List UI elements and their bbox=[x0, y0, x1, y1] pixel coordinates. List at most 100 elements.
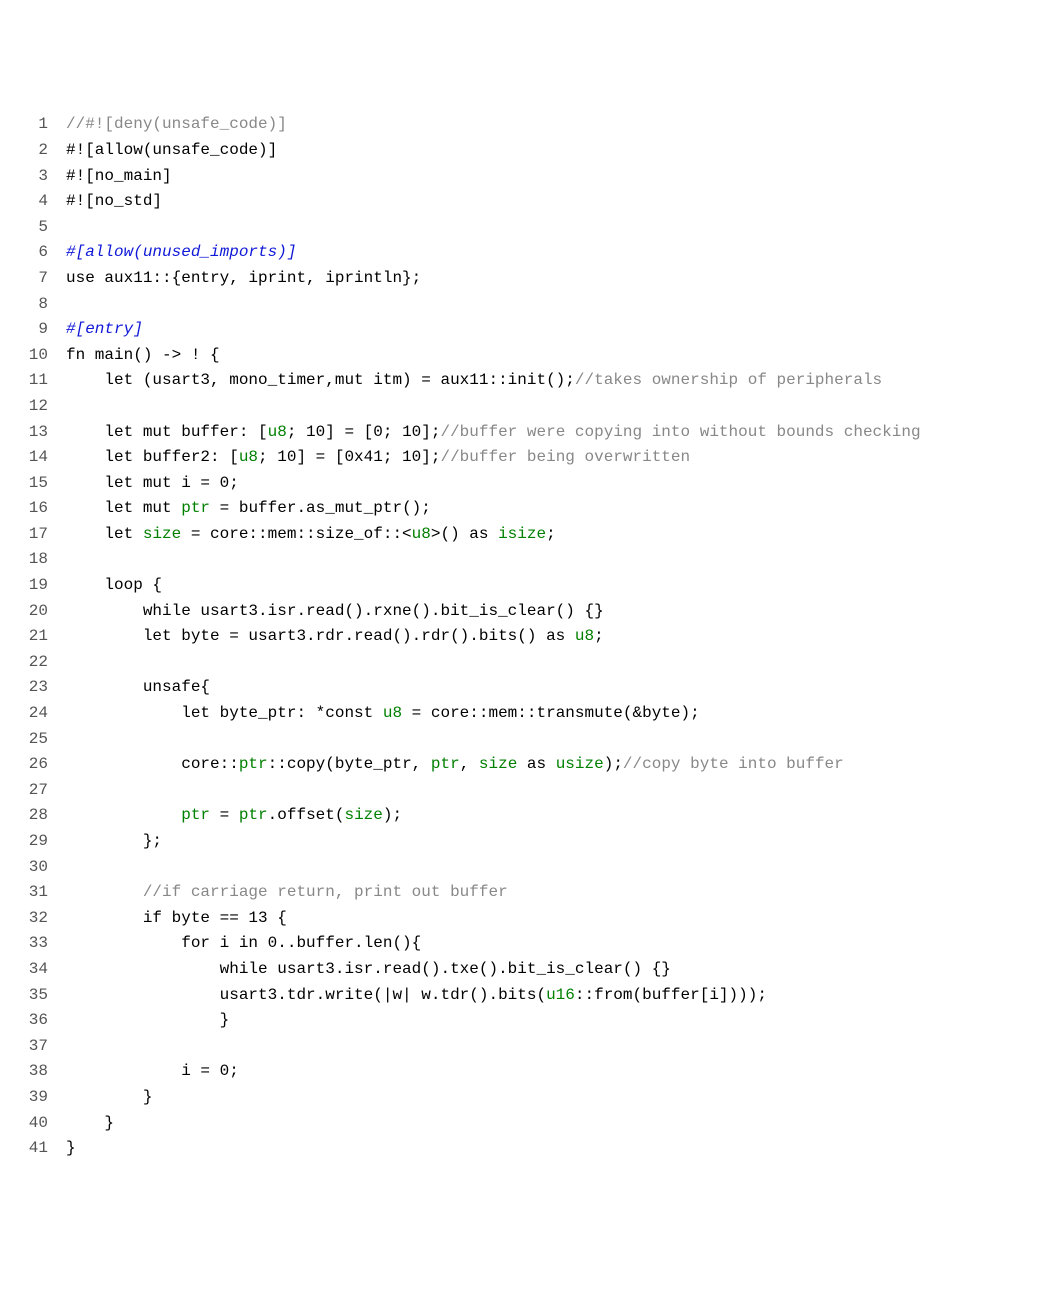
token-type: ptr bbox=[239, 806, 268, 824]
code-content: } bbox=[66, 1111, 921, 1137]
line-number: 4 bbox=[20, 189, 66, 215]
code-line: 11 let (usart3, mono_timer,mut itm) = au… bbox=[20, 368, 921, 394]
line-number: 23 bbox=[20, 675, 66, 701]
token: let (usart3, mono_timer,mut itm) = aux11… bbox=[66, 371, 575, 389]
code-listing: 1//#![deny(unsafe_code)]2#![allow(unsafe… bbox=[20, 112, 921, 1161]
token: let byte = usart3.rdr.read().rdr().bits(… bbox=[66, 627, 575, 645]
line-number: 3 bbox=[20, 164, 66, 190]
code-content: let buffer2: [u8; 10] = [0x41; 10];//buf… bbox=[66, 445, 921, 471]
code-line: 39 } bbox=[20, 1085, 921, 1111]
line-number: 8 bbox=[20, 292, 66, 318]
token-type: size bbox=[479, 755, 517, 773]
line-number: 13 bbox=[20, 420, 66, 446]
code-content: use aux11::{entry, iprint, iprintln}; bbox=[66, 266, 921, 292]
token-type: size bbox=[344, 806, 382, 824]
line-number: 22 bbox=[20, 650, 66, 676]
token: let mut buffer: [ bbox=[66, 423, 268, 441]
line-number: 40 bbox=[20, 1111, 66, 1137]
token: = core::mem::transmute(&byte); bbox=[402, 704, 700, 722]
code-content bbox=[66, 778, 921, 804]
token: use aux11::{entry, iprint, iprintln}; bbox=[66, 269, 421, 287]
code-content: loop { bbox=[66, 573, 921, 599]
token-comment: //#![deny(unsafe_code)] bbox=[66, 115, 287, 133]
code-line: 1//#![deny(unsafe_code)] bbox=[20, 112, 921, 138]
token: = bbox=[210, 806, 239, 824]
token: = core::mem::size_of::< bbox=[181, 525, 411, 543]
token: } bbox=[66, 1011, 229, 1029]
token: #![no_std] bbox=[66, 192, 162, 210]
code-content bbox=[66, 547, 921, 573]
token: ; 10] = [0x41; 10]; bbox=[258, 448, 440, 466]
code-line: 18 bbox=[20, 547, 921, 573]
code-line: 7use aux11::{entry, iprint, iprintln}; bbox=[20, 266, 921, 292]
token: while usart3.isr.read().rxne().bit_is_cl… bbox=[66, 602, 604, 620]
code-content: while usart3.isr.read().rxne().bit_is_cl… bbox=[66, 599, 921, 625]
code-line: 2#![allow(unsafe_code)] bbox=[20, 138, 921, 164]
code-content: //#![deny(unsafe_code)] bbox=[66, 112, 921, 138]
token: unsafe{ bbox=[66, 678, 210, 696]
token-type: ptr bbox=[431, 755, 460, 773]
token: = buffer.as_mut_ptr(); bbox=[210, 499, 431, 517]
token: if byte == 13 { bbox=[66, 909, 287, 927]
token-type: size bbox=[143, 525, 181, 543]
token-type: ptr bbox=[181, 499, 210, 517]
line-number: 20 bbox=[20, 599, 66, 625]
code-content: core::ptr::copy(byte_ptr, ptr, size as u… bbox=[66, 752, 921, 778]
code-content: let mut ptr = buffer.as_mut_ptr(); bbox=[66, 496, 921, 522]
token: while usart3.isr.read().txe().bit_is_cle… bbox=[66, 960, 671, 978]
code-content: #![allow(unsafe_code)] bbox=[66, 138, 921, 164]
code-line: 5 bbox=[20, 215, 921, 241]
code-line: 23 unsafe{ bbox=[20, 675, 921, 701]
code-content: ptr = ptr.offset(size); bbox=[66, 803, 921, 829]
code-content: while usart3.isr.read().txe().bit_is_cle… bbox=[66, 957, 921, 983]
token-type: u8 bbox=[575, 627, 594, 645]
code-line: 36 } bbox=[20, 1008, 921, 1034]
token: ; bbox=[546, 525, 556, 543]
line-number: 38 bbox=[20, 1059, 66, 1085]
code-line: 24 let byte_ptr: *const u8 = core::mem::… bbox=[20, 701, 921, 727]
token: let buffer2: [ bbox=[66, 448, 239, 466]
code-content: } bbox=[66, 1136, 921, 1162]
code-line: 12 bbox=[20, 394, 921, 420]
code-line: 32 if byte == 13 { bbox=[20, 906, 921, 932]
line-number: 27 bbox=[20, 778, 66, 804]
code-content bbox=[66, 650, 921, 676]
line-number: 31 bbox=[20, 880, 66, 906]
token-type: u8 bbox=[268, 423, 287, 441]
code-line: 22 bbox=[20, 650, 921, 676]
code-line: 15 let mut i = 0; bbox=[20, 471, 921, 497]
code-content: fn main() -> ! { bbox=[66, 343, 921, 369]
code-line: 33 for i in 0..buffer.len(){ bbox=[20, 931, 921, 957]
token: let mut i = 0; bbox=[66, 474, 239, 492]
code-line: 40 } bbox=[20, 1111, 921, 1137]
line-number: 12 bbox=[20, 394, 66, 420]
token-type: ptr bbox=[181, 806, 210, 824]
code-line: 31 //if carriage return, print out buffe… bbox=[20, 880, 921, 906]
token-comment: //if carriage return, print out buffer bbox=[143, 883, 508, 901]
code-line: 9#[entry] bbox=[20, 317, 921, 343]
code-content: let mut buffer: [u8; 10] = [0; 10];//buf… bbox=[66, 420, 921, 446]
line-number: 19 bbox=[20, 573, 66, 599]
code-line: 27 bbox=[20, 778, 921, 804]
token: #![allow(unsafe_code)] bbox=[66, 141, 277, 159]
token: as bbox=[517, 755, 555, 773]
line-number: 9 bbox=[20, 317, 66, 343]
line-number: 24 bbox=[20, 701, 66, 727]
token-type: usize bbox=[556, 755, 604, 773]
code-line: 20 while usart3.isr.read().rxne().bit_is… bbox=[20, 599, 921, 625]
token: usart3.tdr.write(|w| w.tdr().bits( bbox=[66, 986, 546, 1004]
token: ::from(buffer[i]))); bbox=[575, 986, 767, 1004]
code-line: 30 bbox=[20, 855, 921, 881]
code-line: 16 let mut ptr = buffer.as_mut_ptr(); bbox=[20, 496, 921, 522]
code-content: } bbox=[66, 1085, 921, 1111]
code-line: 4#![no_std] bbox=[20, 189, 921, 215]
code-line: 29 }; bbox=[20, 829, 921, 855]
code-content: if byte == 13 { bbox=[66, 906, 921, 932]
token: #![no_main] bbox=[66, 167, 172, 185]
code-content: usart3.tdr.write(|w| w.tdr().bits(u16::f… bbox=[66, 983, 921, 1009]
line-number: 30 bbox=[20, 855, 66, 881]
line-number: 32 bbox=[20, 906, 66, 932]
code-content: for i in 0..buffer.len(){ bbox=[66, 931, 921, 957]
token: >() as bbox=[431, 525, 498, 543]
line-number: 25 bbox=[20, 727, 66, 753]
